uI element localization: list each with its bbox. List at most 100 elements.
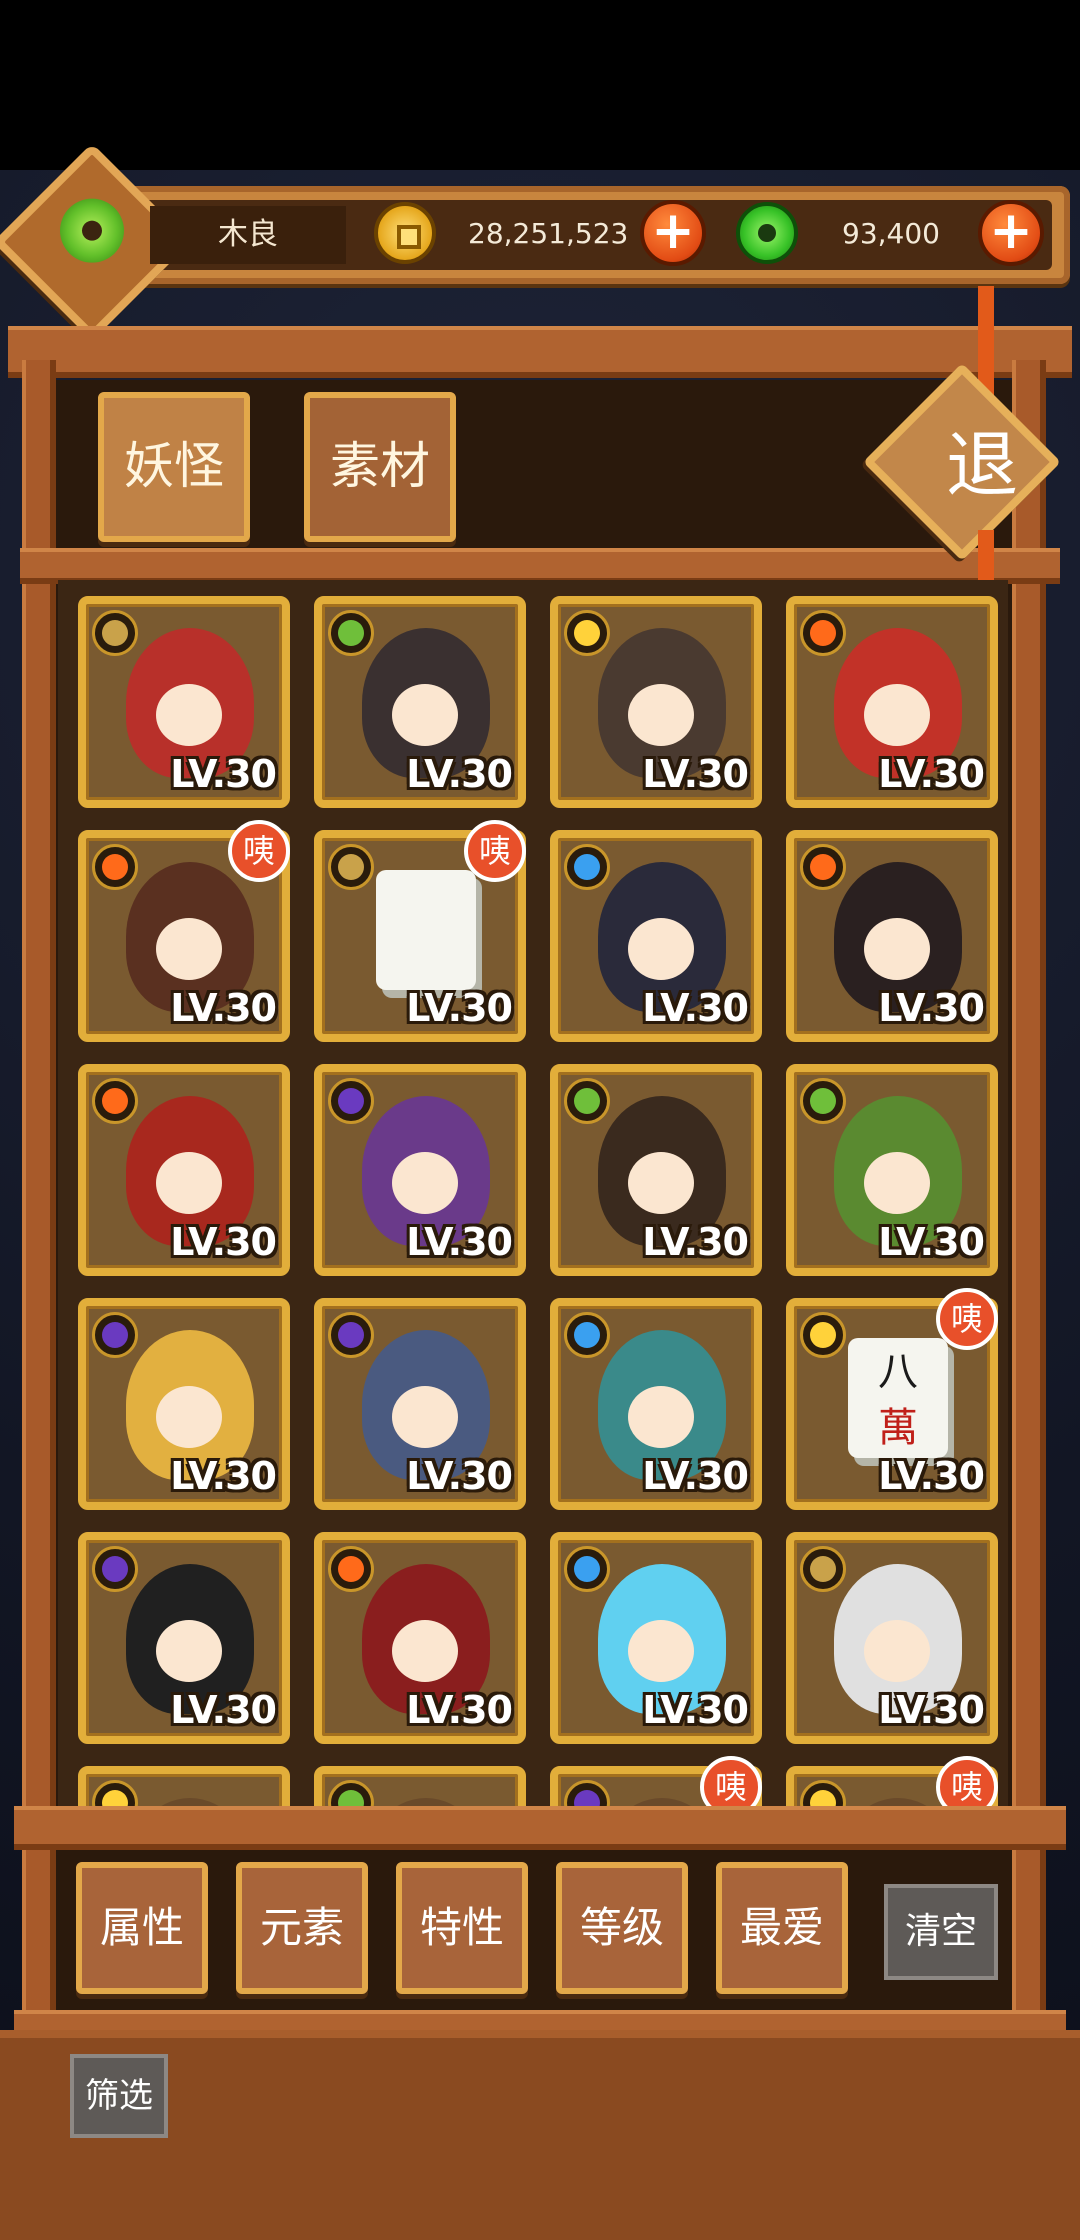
fire-element-icon: [328, 1546, 374, 1592]
monster-level: LV.30: [642, 986, 749, 1030]
monster-card[interactable]: [78, 1766, 290, 1810]
monster-level: LV.30: [642, 1220, 749, 1264]
filter-level-button[interactable]: 等级: [556, 1862, 688, 1994]
monster-card[interactable]: LV.30: [550, 1064, 762, 1276]
shelf-left-post: [22, 360, 56, 2020]
monster-face: [864, 1620, 930, 1682]
gold-amount: 28,251,523: [468, 217, 629, 250]
monster-card[interactable]: LV.30: [786, 1064, 998, 1276]
tile-character: 萬: [878, 1405, 918, 1451]
filter-favorite-button[interactable]: 最爱: [716, 1862, 848, 1994]
monster-level: LV.30: [642, 1688, 749, 1732]
monster-level: LV.30: [406, 1454, 513, 1498]
filter-trait-button[interactable]: 特性: [396, 1862, 528, 1994]
add-gold-button[interactable]: +: [640, 200, 706, 266]
monster-face: [156, 1386, 222, 1448]
monster-face: [628, 1620, 694, 1682]
monster-card[interactable]: LV.30: [550, 830, 762, 1042]
monster-face: [392, 1386, 458, 1448]
monster-face: [156, 1152, 222, 1214]
gold-coin-icon: [374, 202, 436, 264]
monster-grid[interactable]: LV.30 LV.30 LV.30 LV.30 LV.30 咦 LV.30 咦 LV.30 LV.…: [58, 580, 1008, 1810]
monster-card[interactable]: LV.30: [550, 1532, 762, 1744]
monster-face: [864, 918, 930, 980]
wood-element-icon: [328, 610, 374, 656]
earth-element-icon: [800, 1546, 846, 1592]
mahjong-tile-icon: 八萬: [848, 1338, 948, 1458]
new-badge: 咦: [936, 1288, 998, 1350]
tab-monsters[interactable]: 妖怪: [98, 392, 250, 542]
monster-level: LV.30: [878, 752, 985, 796]
earth-element-icon: [328, 844, 374, 890]
clear-filter-button[interactable]: 清空: [884, 1884, 998, 1980]
tile-character: 八: [878, 1349, 918, 1395]
monster-face: [864, 1152, 930, 1214]
monster-face: [864, 684, 930, 746]
monster-level: LV.30: [170, 1454, 277, 1498]
monster-level: LV.30: [406, 986, 513, 1030]
monster-level: LV.30: [170, 752, 277, 796]
monster-face: [628, 684, 694, 746]
screen-button[interactable]: 筛选: [70, 2054, 168, 2138]
dark-element-icon: [328, 1078, 374, 1124]
monster-card[interactable]: LV.30: [786, 830, 998, 1042]
monster-card[interactable]: LV.30: [314, 1298, 526, 1510]
shelf-lower-beam: [14, 1806, 1066, 1850]
exit-button[interactable]: 退: [922, 420, 1042, 510]
monster-card[interactable]: LV.30: [786, 1532, 998, 1744]
earth-element-icon: [92, 610, 138, 656]
monster-level: LV.30: [878, 986, 985, 1030]
player-name: 木良: [150, 206, 346, 264]
monster-face: [628, 918, 694, 980]
monster-card[interactable]: [314, 1766, 526, 1810]
monster-level: LV.30: [406, 1688, 513, 1732]
shelf-right-post: [1012, 360, 1046, 2020]
new-badge: 咦: [936, 1756, 998, 1810]
monster-face: [156, 1620, 222, 1682]
water-element-icon: [564, 844, 610, 890]
monster-face: [392, 684, 458, 746]
monster-card[interactable]: LV.30: [550, 1298, 762, 1510]
water-element-icon: [564, 1312, 610, 1358]
monster-face: [628, 1386, 694, 1448]
monster-card[interactable]: LV.30: [314, 1064, 526, 1276]
monster-level: LV.30: [170, 1220, 277, 1264]
monster-face: [156, 918, 222, 980]
monster-level: LV.30: [406, 1220, 513, 1264]
tab-materials[interactable]: 素材: [304, 392, 456, 542]
light-element-icon: [564, 610, 610, 656]
monster-level: LV.30: [642, 752, 749, 796]
monster-card[interactable]: LV.30: [786, 596, 998, 808]
monster-card[interactable]: LV.30: [78, 1532, 290, 1744]
monster-card[interactable]: LV.30: [550, 596, 762, 808]
water-element-icon: [564, 1546, 610, 1592]
monster-card[interactable]: LV.30: [314, 596, 526, 808]
new-badge: 咦: [464, 820, 526, 882]
fire-element-icon: [92, 844, 138, 890]
filter-element-button[interactable]: 元素: [236, 1862, 368, 1994]
monster-face: [392, 1620, 458, 1682]
fire-element-icon: [800, 844, 846, 890]
monster-level: LV.30: [878, 1688, 985, 1732]
monster-face: [392, 1152, 458, 1214]
shelf-middle-beam: [20, 548, 1060, 584]
mahjong-tile-icon: [376, 870, 476, 990]
monster-card[interactable]: LV.30: [78, 1064, 290, 1276]
monster-card[interactable]: LV.30: [314, 1532, 526, 1744]
new-badge: 咦: [700, 1756, 762, 1810]
fire-element-icon: [800, 610, 846, 656]
add-jade-button[interactable]: +: [978, 200, 1044, 266]
jade-amount: 93,400: [842, 217, 940, 250]
dark-element-icon: [92, 1546, 138, 1592]
filter-attribute-button[interactable]: 属性: [76, 1862, 208, 1994]
dark-element-icon: [328, 1312, 374, 1358]
monster-card[interactable]: LV.30: [78, 1298, 290, 1510]
monster-level: LV.30: [878, 1454, 985, 1498]
monster-face: [628, 1152, 694, 1214]
monster-level: LV.30: [170, 986, 277, 1030]
monster-level: LV.30: [170, 1688, 277, 1732]
wood-element-icon: [564, 1078, 610, 1124]
monster-level: LV.30: [878, 1220, 985, 1264]
jade-coin-icon: [736, 202, 798, 264]
monster-card[interactable]: LV.30: [78, 596, 290, 808]
